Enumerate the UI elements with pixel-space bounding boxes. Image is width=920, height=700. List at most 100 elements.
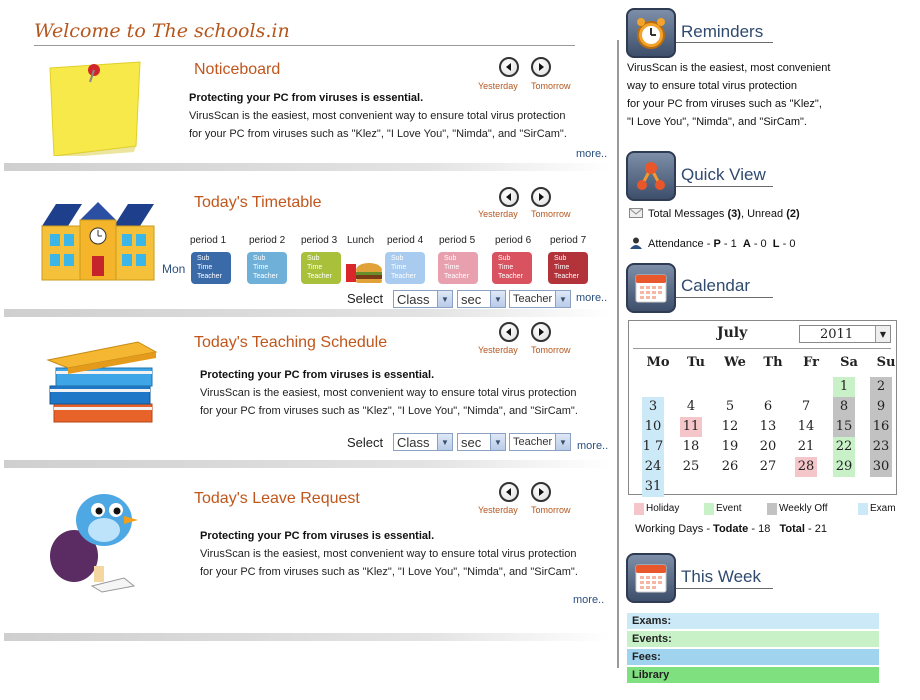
period-tile[interactable]: Sub Time Teacher	[301, 252, 341, 284]
thisweek-fees-row[interactable]: Fees:	[627, 648, 879, 665]
books-stack-icon	[44, 338, 158, 428]
tomorrow-label[interactable]: Tomorrow	[531, 505, 571, 515]
calendar-day[interactable]: 4	[680, 397, 702, 417]
tomorrow-label[interactable]: Tomorrow	[531, 345, 571, 355]
chevron-down-icon: ▼	[875, 326, 890, 342]
section-separator	[4, 309, 610, 317]
period-tile[interactable]: Sub Time Teacher	[548, 252, 588, 284]
period-tile[interactable]: Sub Time Teacher	[191, 252, 231, 284]
tomorrow-label[interactable]: Tomorrow	[531, 81, 571, 91]
period-tile[interactable]: Sub Time Teacher	[492, 252, 532, 284]
period-tile[interactable]: Sub Time Teacher	[247, 252, 287, 284]
lunch-burger-icon	[344, 254, 384, 286]
calendar-day[interactable]: 29	[833, 457, 855, 477]
calendar-weekday: We	[724, 355, 746, 370]
section-select[interactable]: sec ▼	[457, 290, 506, 308]
calendar-day[interactable]: 21	[795, 437, 817, 457]
messages-summary[interactable]: Total Messages (3), Unread (2)	[648, 205, 800, 223]
calendar-day[interactable]: 19	[719, 437, 741, 457]
teacher-select[interactable]: Teacher ▼	[509, 433, 571, 451]
noticeboard-headline: Protecting your PC from viruses is essen…	[189, 92, 424, 104]
thisweek-library-row[interactable]: Library	[627, 666, 879, 683]
calendar-day[interactable]: 3	[642, 397, 664, 417]
user-icon	[630, 237, 642, 252]
noticeboard-yesterday-button[interactable]	[499, 57, 519, 77]
yesterday-label[interactable]: Yesterday	[478, 81, 518, 91]
section-select[interactable]: sec ▼	[457, 433, 506, 451]
working-days-summary: Working Days - Todate - 18 Total - 21	[635, 523, 827, 535]
thisweek-underline	[676, 588, 773, 589]
teaching-line-2: for your PC from viruses such as "Klez",…	[200, 405, 578, 417]
leave-yesterday-button[interactable]	[499, 482, 519, 502]
calendar-day[interactable]: 11	[680, 417, 702, 437]
timetable-more-link[interactable]: more..	[576, 292, 607, 304]
select-label: Select	[347, 291, 384, 306]
legend-event: Event	[716, 503, 742, 514]
calendar-year-select[interactable]: 2011 ▼	[799, 325, 891, 343]
period-label: period 4	[387, 235, 424, 246]
tomorrow-label[interactable]: Tomorrow	[531, 209, 571, 219]
teacher-select[interactable]: Teacher ▼	[509, 290, 571, 308]
select-label: Select	[347, 435, 384, 450]
attendance-summary[interactable]: Attendance - P - 1 A - 0 L - 0	[648, 235, 795, 253]
legend-event-swatch	[704, 503, 714, 515]
timetable-title: Today's Timetable	[194, 194, 322, 211]
calendar-day[interactable]: 16	[870, 417, 892, 437]
calendar-day[interactable]: 23	[870, 437, 892, 457]
calendar-day[interactable]: 30	[870, 457, 892, 477]
calendar-weekday: Mo	[646, 355, 670, 370]
calendar-title: Calendar	[681, 276, 750, 295]
noticeboard-tomorrow-button[interactable]	[531, 57, 551, 77]
leave-more-link[interactable]: more..	[573, 594, 604, 606]
calendar-day[interactable]: 13	[757, 417, 779, 437]
timetable-yesterday-button[interactable]	[499, 187, 519, 207]
arrow-left-icon	[506, 488, 511, 496]
calendar-day[interactable]: 22	[833, 437, 855, 457]
timetable-tomorrow-button[interactable]	[531, 187, 551, 207]
yesterday-label[interactable]: Yesterday	[478, 345, 518, 355]
calendar-day[interactable]: 5	[719, 397, 741, 417]
calendar-day[interactable]: 18	[680, 437, 702, 457]
sticky-note-icon	[40, 60, 144, 158]
calendar-day[interactable]: 20	[757, 437, 779, 457]
calendar-day[interactable]: 8	[833, 397, 855, 417]
period-tile[interactable]: Sub Time Teacher	[385, 252, 425, 284]
calendar-day[interactable]: 25	[680, 457, 702, 477]
leave-tomorrow-button[interactable]	[531, 482, 551, 502]
teaching-more-link[interactable]: more..	[577, 440, 608, 452]
chevron-down-icon: ▼	[555, 291, 570, 307]
yesterday-label[interactable]: Yesterday	[478, 505, 518, 515]
class-select[interactable]: Class ▼	[393, 290, 453, 308]
calendar-day[interactable]: 27	[757, 457, 779, 477]
period-label: period 6	[495, 235, 532, 246]
class-select[interactable]: Class ▼	[393, 433, 453, 451]
calendar-day[interactable]: 28	[795, 457, 817, 477]
calendar-day[interactable]: 26	[719, 457, 741, 477]
calendar-day[interactable]: 1 7	[642, 437, 664, 457]
calendar-day[interactable]: 2	[870, 377, 892, 397]
yesterday-label[interactable]: Yesterday	[478, 209, 518, 219]
teaching-tomorrow-button[interactable]	[531, 322, 551, 342]
thisweek-events-row[interactable]: Events:	[627, 630, 879, 647]
period-tile[interactable]: Sub Time Teacher	[438, 252, 478, 284]
section-separator	[4, 633, 610, 641]
calendar-day[interactable]: 15	[833, 417, 855, 437]
title-underline	[34, 45, 575, 46]
section-separator	[4, 163, 610, 171]
calendar-day[interactable]: 14	[795, 417, 817, 437]
reminder-line: "I Love You", "Nimda", and "SirCam".	[627, 116, 807, 128]
chevron-down-icon: ▼	[437, 434, 452, 450]
calendar-day[interactable]: 1	[833, 377, 855, 397]
calendar-day[interactable]: 10	[642, 417, 664, 437]
noticeboard-line-2: for your PC from viruses such as "Klez",…	[189, 128, 567, 140]
calendar-day[interactable]: 6	[757, 397, 779, 417]
teaching-yesterday-button[interactable]	[499, 322, 519, 342]
noticeboard-more-link[interactable]: more..	[576, 148, 607, 160]
calendar-day[interactable]: 24	[642, 457, 664, 477]
calendar-day[interactable]: 7	[795, 397, 817, 417]
leave-title: Today's Leave Request	[194, 490, 360, 507]
calendar-day[interactable]: 12	[719, 417, 741, 437]
calendar-day[interactable]: 9	[870, 397, 892, 417]
calendar-day[interactable]: 31	[642, 477, 664, 497]
thisweek-exams-row[interactable]: Exams:	[627, 612, 879, 629]
